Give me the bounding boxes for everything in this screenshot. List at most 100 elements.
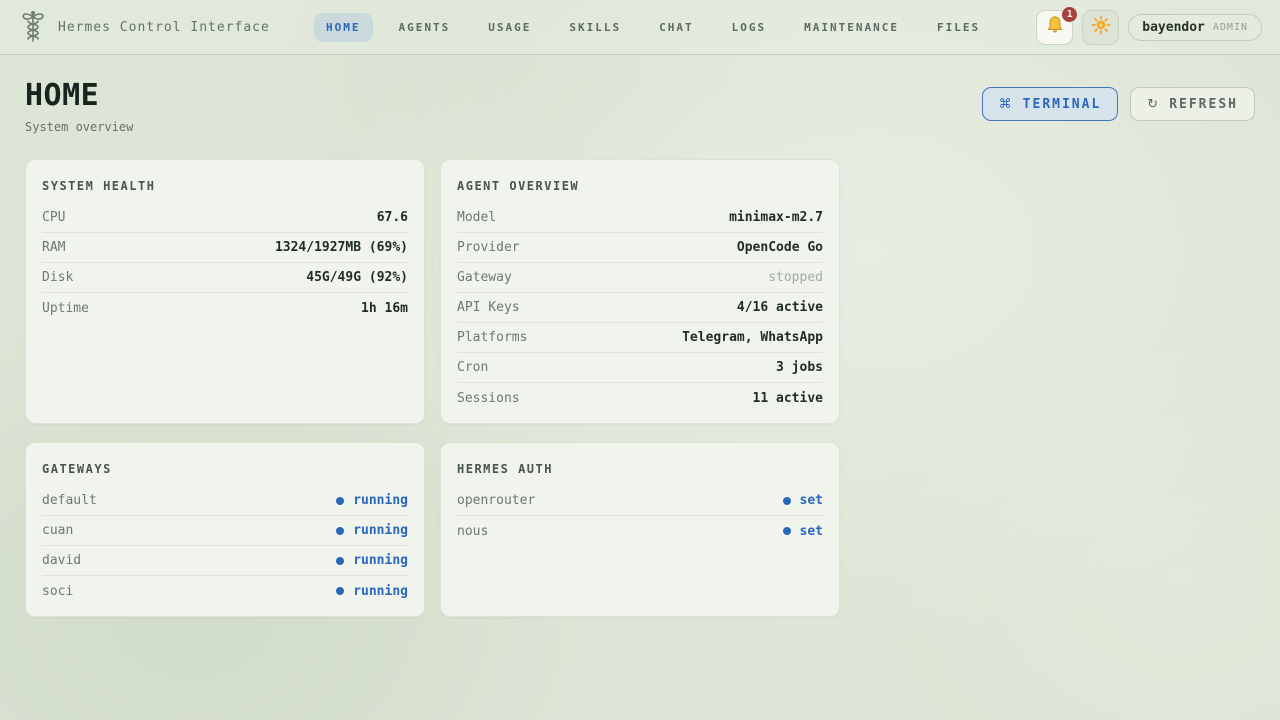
page-title: HOME xyxy=(25,78,100,113)
main-content: HOME System overview ⌘ TERMINAL ↻ REFRES… xyxy=(0,81,1280,617)
metric-value: 67.6 xyxy=(376,210,408,225)
status-text: running xyxy=(353,583,408,599)
notifications-button[interactable]: 1 xyxy=(1036,5,1079,45)
metric-label: RAM xyxy=(42,240,66,255)
brand: Hermes Control Interface xyxy=(18,9,270,45)
card-title: SYSTEM HEALTH xyxy=(42,179,156,193)
gateway-row-default: default running xyxy=(42,486,408,516)
top-actions: 1 bayendor ADMIN xyxy=(1036,5,1262,45)
metric-row-platforms: Platforms Telegram, WhatsApp xyxy=(457,323,823,353)
gateways-card: GATEWAYS default running cuan running da… xyxy=(25,442,425,617)
metric-row-disk: Disk 45G/49G (92%) xyxy=(42,263,408,293)
gateway-name: david xyxy=(42,553,82,568)
nav-item-usage[interactable]: USAGE xyxy=(476,13,543,42)
theme-toggle-button[interactable] xyxy=(1082,9,1120,45)
user-name: bayendor xyxy=(1142,19,1205,35)
gateway-row-david: david running xyxy=(42,546,408,576)
agent-overview-card: AGENT OVERVIEW Model minimax-m2.7 Provid… xyxy=(440,159,840,424)
page-title-block: HOME System overview xyxy=(25,78,133,135)
main-nav: HOME AGENTS USAGE SKILLS CHAT LOGS MAINT… xyxy=(314,12,992,42)
auth-status[interactable]: set xyxy=(782,493,823,508)
metric-row-api-keys: API Keys 4/16 active xyxy=(457,293,823,323)
gateway-name: default xyxy=(42,493,97,508)
status-text: running xyxy=(353,523,408,538)
page-header: HOME System overview ⌘ TERMINAL ↻ REFRES… xyxy=(25,81,1255,134)
nav-item-files[interactable]: FILES xyxy=(925,13,992,42)
app-title: Hermes Control Interface xyxy=(58,19,270,35)
metric-value: 11 active xyxy=(752,390,823,406)
status-dot-icon xyxy=(782,496,791,505)
nav-item-home[interactable]: HOME xyxy=(314,12,373,42)
nav-item-skills[interactable]: SKILLS xyxy=(557,13,633,42)
status-dot-icon xyxy=(336,587,345,595)
gateway-status[interactable]: running xyxy=(336,523,408,538)
metric-value: 1h 16m xyxy=(361,300,408,316)
status-text: set xyxy=(799,523,823,539)
cards-grid: SYSTEM HEALTH CPU 67.6 RAM 1324/1927MB (… xyxy=(25,159,1255,617)
user-menu[interactable]: bayendor ADMIN xyxy=(1128,13,1262,41)
nav-item-logs[interactable]: LOGS xyxy=(720,13,779,42)
gateway-name: cuan xyxy=(42,523,74,538)
status-dot-icon xyxy=(336,496,345,505)
gateway-status[interactable]: running xyxy=(336,493,408,508)
metric-value: Telegram, WhatsApp xyxy=(682,330,823,345)
notification-badge: 1 xyxy=(1061,5,1079,23)
card-title: HERMES AUTH xyxy=(457,462,553,476)
metric-row-cron: Cron 3 jobs xyxy=(457,353,823,383)
nav-item-agents[interactable]: AGENTS xyxy=(387,13,463,42)
page-actions: ⌘ TERMINAL ↻ REFRESH xyxy=(981,87,1255,121)
refresh-icon: ↻ xyxy=(1147,96,1161,112)
metric-label: Uptime xyxy=(42,300,89,316)
user-role-badge: ADMIN xyxy=(1212,21,1248,33)
status-text: set xyxy=(799,493,823,508)
metric-value: minimax-m2.7 xyxy=(729,210,823,225)
metric-value: 1324/1927MB (69%) xyxy=(274,240,408,255)
metric-label: Gateway xyxy=(457,270,512,285)
auth-provider-name: openrouter xyxy=(457,493,536,508)
status-text: running xyxy=(353,553,408,568)
top-bar: Hermes Control Interface HOME AGENTS USA… xyxy=(0,0,1280,55)
status-text: running xyxy=(353,493,408,508)
metric-value: 45G/49G (92%) xyxy=(306,270,408,285)
command-icon: ⌘ xyxy=(998,96,1014,112)
gateway-status[interactable]: running xyxy=(336,584,408,599)
status-dot-icon xyxy=(782,527,791,535)
metric-label: Cron xyxy=(457,360,489,375)
auth-row-openrouter: openrouter set xyxy=(457,486,823,516)
refresh-button[interactable]: ↻ REFRESH xyxy=(1130,87,1255,121)
terminal-button[interactable]: ⌘ TERMINAL xyxy=(981,87,1119,121)
metric-label: Platforms xyxy=(457,330,528,345)
auth-row-nous: nous set xyxy=(457,516,823,546)
auth-status[interactable]: set xyxy=(782,523,823,539)
gateway-row-cuan: cuan running xyxy=(42,516,408,546)
metric-row-ram: RAM 1324/1927MB (69%) xyxy=(42,233,408,263)
metric-value: 4/16 active xyxy=(736,300,823,315)
refresh-button-label: REFRESH xyxy=(1169,96,1238,112)
metric-label: API Keys xyxy=(457,300,520,315)
metric-row-sessions: Sessions 11 active xyxy=(457,383,823,413)
system-health-card: SYSTEM HEALTH CPU 67.6 RAM 1324/1927MB (… xyxy=(25,159,425,424)
metric-row-gateway: Gateway stopped xyxy=(457,263,823,293)
gateway-status[interactable]: running xyxy=(336,553,408,568)
metric-row-model: Model minimax-m2.7 xyxy=(457,203,823,233)
nav-item-maintenance[interactable]: MAINTENANCE xyxy=(792,13,911,42)
metric-label: Model xyxy=(457,210,497,225)
metric-label: CPU xyxy=(42,210,66,225)
card-title: AGENT OVERVIEW xyxy=(457,179,580,193)
metric-row-cpu: CPU 67.6 xyxy=(42,203,408,233)
gateway-row-soci: soci running xyxy=(42,576,408,606)
hermes-auth-card: HERMES AUTH openrouter set nous set xyxy=(440,442,840,617)
gateway-name: soci xyxy=(42,583,74,599)
metric-value: stopped xyxy=(768,270,823,285)
nav-item-chat[interactable]: CHAT xyxy=(647,13,706,42)
auth-provider-name: nous xyxy=(457,523,489,539)
caduceus-logo-icon xyxy=(18,9,48,45)
metric-label: Provider xyxy=(457,240,520,255)
metric-label: Disk xyxy=(42,270,74,285)
sun-icon xyxy=(1091,15,1111,39)
metric-value: 3 jobs xyxy=(776,360,823,375)
status-dot-icon xyxy=(336,556,345,565)
status-dot-icon xyxy=(336,526,345,535)
metric-value: OpenCode Go xyxy=(736,240,823,255)
metric-label: Sessions xyxy=(457,390,520,406)
